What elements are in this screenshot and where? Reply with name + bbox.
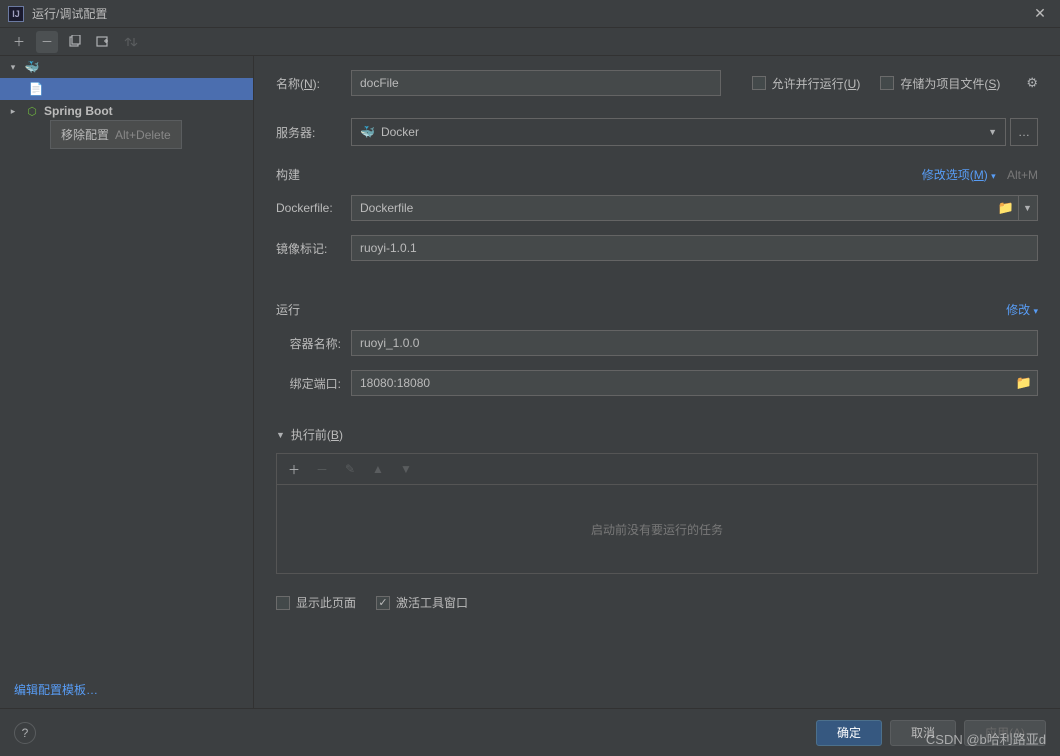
- image-tag-input[interactable]: [351, 235, 1038, 261]
- server-label: 服务器:: [276, 124, 351, 141]
- checkbox-icon: [752, 76, 766, 90]
- help-icon[interactable]: ?: [14, 722, 36, 744]
- modify-run-link[interactable]: 修改 ▾: [1006, 301, 1038, 318]
- container-name-label: 容器名称:: [276, 335, 351, 352]
- close-icon[interactable]: ✕: [1028, 2, 1052, 26]
- name-label: 名称(N):: [276, 75, 351, 92]
- bind-ports-label: 绑定端口:: [276, 375, 351, 392]
- server-dropdown[interactable]: 🐳 Docker ▼: [351, 118, 1006, 146]
- tree-item-docfile[interactable]: 📄: [0, 78, 253, 100]
- tree-root-spring[interactable]: ▸ ⬡ Spring Boot: [0, 100, 253, 122]
- name-input[interactable]: [351, 70, 721, 96]
- gear-icon[interactable]: ⚙: [1026, 75, 1038, 91]
- docker-icon: 🐳: [24, 59, 40, 75]
- tree-item-label: Spring Boot: [44, 104, 113, 118]
- checkbox-icon: [880, 76, 894, 90]
- allow-parallel-checkbox[interactable]: 允许并行运行(U): [752, 75, 861, 92]
- chevron-down-icon[interactable]: ▼: [1018, 195, 1036, 221]
- edit-task-icon: ✎: [339, 458, 361, 480]
- activate-tool-checkbox[interactable]: 激活工具窗口: [376, 594, 468, 611]
- up-icon: ▲: [367, 458, 389, 480]
- dockerfile-icon: 📄: [28, 81, 44, 97]
- save-template-icon[interactable]: [92, 31, 114, 53]
- container-name-input[interactable]: [351, 330, 1038, 356]
- dockerfile-input[interactable]: [351, 195, 1038, 221]
- cancel-button[interactable]: 取消: [890, 720, 956, 746]
- before-launch-empty: 启动前没有要运行的任务: [276, 484, 1038, 574]
- show-page-checkbox[interactable]: 显示此页面: [276, 594, 356, 611]
- edit-templates-link[interactable]: 编辑配置模板…: [14, 683, 98, 697]
- tree-root-docker[interactable]: ▾ 🐳: [0, 56, 253, 78]
- docker-icon: 🐳: [360, 125, 375, 139]
- modify-options-link[interactable]: 修改选项(M) ▾: [922, 168, 996, 182]
- remove-task-icon: －: [311, 458, 333, 480]
- remove-icon[interactable]: －: [36, 31, 58, 53]
- checkbox-icon: [276, 596, 290, 610]
- build-section-title: 构建: [276, 166, 300, 183]
- chevron-right-icon: ▸: [6, 104, 20, 118]
- bind-ports-input[interactable]: [351, 370, 1038, 396]
- dialog-title: 运行/调试配置: [32, 5, 1028, 22]
- save-project-checkbox[interactable]: 存储为项目文件(S): [880, 75, 1000, 92]
- add-task-icon[interactable]: ＋: [283, 458, 305, 480]
- apply-button[interactable]: 应用(A): [964, 720, 1046, 746]
- dockerfile-label: Dockerfile:: [276, 201, 351, 215]
- spring-icon: ⬡: [24, 103, 40, 119]
- shortcut-hint: Alt+M: [1007, 168, 1038, 182]
- before-launch-header[interactable]: ▼ 执行前(B): [276, 426, 1038, 443]
- checkbox-checked-icon: [376, 596, 390, 610]
- tooltip: 移除配置Alt+Delete: [50, 120, 182, 149]
- run-section-title: 运行: [276, 301, 300, 318]
- chevron-down-icon: ▼: [988, 127, 997, 137]
- chevron-down-icon: ▼: [276, 430, 285, 440]
- ok-button[interactable]: 确定: [816, 720, 882, 746]
- image-tag-label: 镜像标记:: [276, 240, 351, 257]
- down-icon: ▼: [395, 458, 417, 480]
- folder-icon[interactable]: 📁: [1016, 375, 1032, 391]
- chevron-down-icon: ▾: [6, 60, 20, 74]
- move-icon: [120, 31, 142, 53]
- add-icon[interactable]: ＋: [8, 31, 30, 53]
- app-icon: IJ: [8, 6, 24, 22]
- folder-icon[interactable]: 📁: [998, 200, 1014, 216]
- copy-icon[interactable]: [64, 31, 86, 53]
- more-button[interactable]: …: [1010, 118, 1038, 146]
